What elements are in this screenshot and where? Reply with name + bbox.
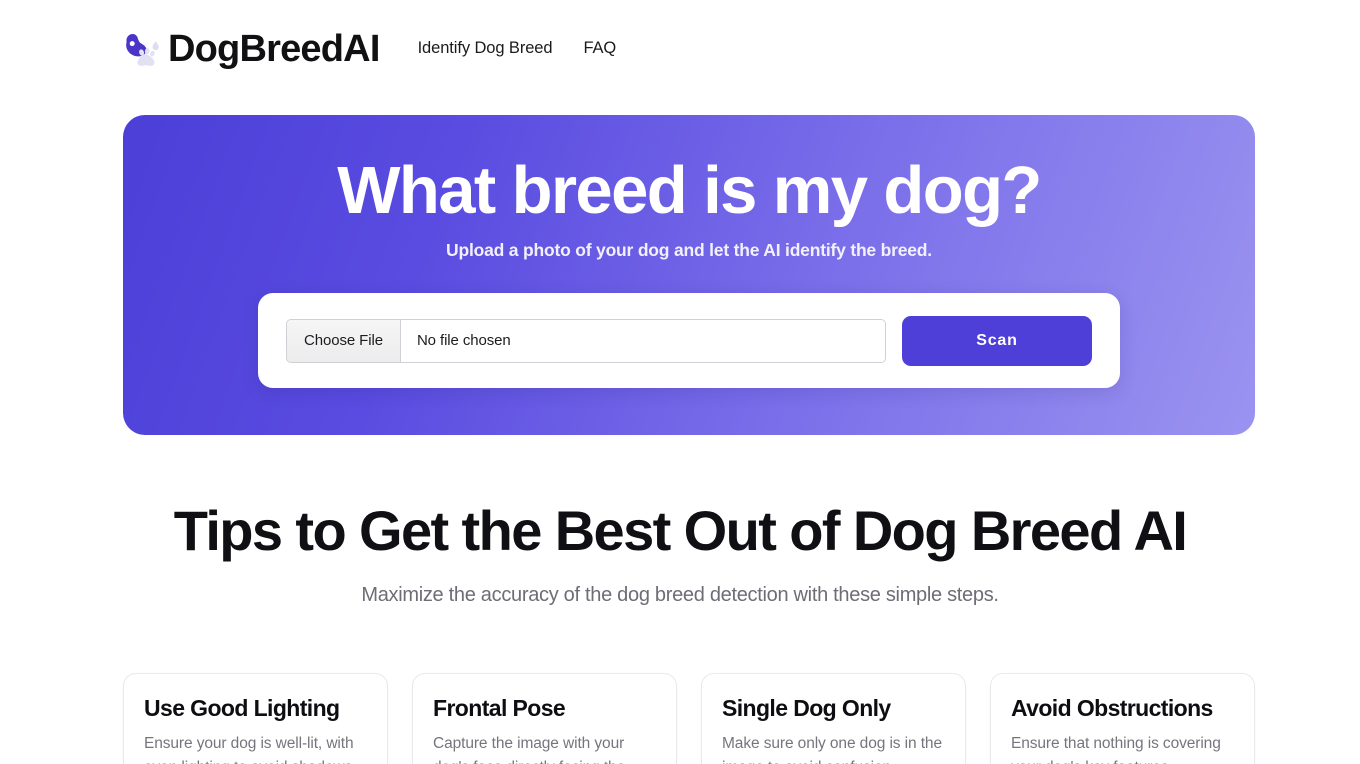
- tip-card-text: Make sure only one dog is in the image t…: [722, 735, 942, 764]
- tip-card-single-dog-only: Single Dog Only Make sure only one dog i…: [701, 673, 966, 764]
- tip-card-frontal-pose: Frontal Pose Capture the image with your…: [412, 673, 677, 764]
- nav-link-identify-dog-breed[interactable]: Identify Dog Breed: [418, 39, 553, 58]
- tips-title: Tips to Get the Best Out of Dog Breed AI: [173, 499, 1188, 562]
- tip-card-heading: Avoid Obstructions: [1011, 695, 1213, 721]
- brand-name: DogBreedAI: [168, 28, 380, 70]
- nav-link-faq[interactable]: FAQ: [583, 39, 616, 58]
- file-name-label: No file chosen: [400, 319, 885, 362]
- tip-card-text: Ensure that nothing is covering your dog…: [1011, 735, 1221, 764]
- upload-panel: Choose File No file chosen Scan: [258, 293, 1120, 389]
- hero-title: What breed is my dog?: [337, 153, 1042, 228]
- tips-subtitle: Maximize the accuracy of the dog breed d…: [361, 583, 999, 606]
- tip-card-avoid-obstructions: Avoid Obstructions Ensure that nothing i…: [990, 673, 1255, 764]
- dog-paw-icon: [120, 26, 166, 72]
- main-nav: Identify Dog Breed FAQ: [418, 39, 617, 60]
- tip-card-use-good-lighting: Use Good Lighting Ensure your dog is wel…: [123, 673, 388, 764]
- hero-banner: What breed is my dog? Upload a photo of …: [123, 115, 1255, 435]
- tip-card-text: Ensure your dog is well-lit, with even l…: [144, 735, 356, 764]
- scan-button[interactable]: Scan: [902, 315, 1092, 366]
- tip-card-text: Capture the image with your dog's face d…: [433, 735, 625, 764]
- hero-subtitle: Upload a photo of your dog and let the A…: [446, 240, 932, 261]
- tip-card-heading: Single Dog Only: [722, 695, 891, 721]
- tips-grid: Use Good Lighting Ensure your dog is wel…: [123, 673, 1255, 764]
- tip-card-heading: Frontal Pose: [433, 695, 566, 721]
- file-input-control[interactable]: Choose File No file chosen: [286, 318, 886, 363]
- choose-file-button[interactable]: Choose File: [287, 319, 401, 362]
- page-root: DogBreedAI Identify Dog Breed FAQ What b…: [0, 0, 1360, 764]
- hero-content: What breed is my dog? Upload a photo of …: [123, 115, 1255, 435]
- tip-card-heading: Use Good Lighting: [144, 695, 340, 721]
- brand-logo-link[interactable]: DogBreedAI: [120, 26, 380, 72]
- site-header: DogBreedAI Identify Dog Breed FAQ: [0, 0, 1360, 98]
- tips-section: Tips to Get the Best Out of Dog Breed AI…: [0, 499, 1360, 764]
